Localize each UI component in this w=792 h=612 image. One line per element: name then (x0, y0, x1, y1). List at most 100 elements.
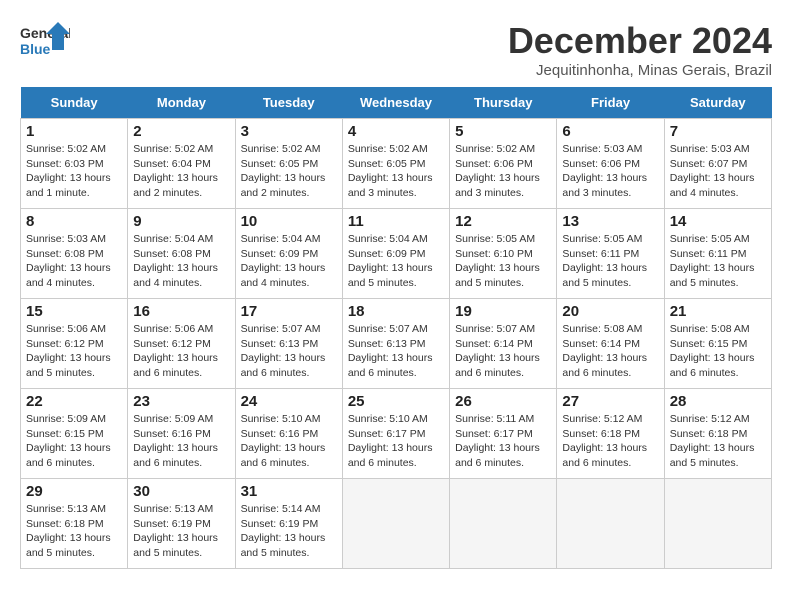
day-number: 4 (348, 123, 444, 140)
location-subtitle: Jequitinhonha, Minas Gerais, Brazil (508, 62, 772, 79)
day-cell-19: 19 Sunrise: 5:07 AMSunset: 6:14 PMDayligh… (450, 299, 557, 389)
day-number: 28 (670, 393, 766, 410)
day-cell-2: 2Sunrise: 5:02 AMSunset: 6:04 PMDaylight… (128, 119, 235, 209)
day-info: Sunrise: 5:04 AMSunset: 6:09 PMDaylight:… (241, 232, 337, 291)
day-number: 31 (241, 483, 337, 500)
week-row-4: 22 Sunrise: 5:09 AMSunset: 6:15 PMDayligh… (21, 389, 772, 479)
day-info: Sunrise: 5:09 AMSunset: 6:15 PMDaylight:… (26, 412, 122, 471)
calendar-table: SundayMondayTuesdayWednesdayThursdayFrid… (20, 87, 772, 569)
day-info: Sunrise: 5:07 AMSunset: 6:14 PMDaylight:… (455, 322, 551, 381)
day-info: Sunrise: 5:05 AMSunset: 6:10 PMDaylight:… (455, 232, 551, 291)
day-header-friday: Friday (557, 87, 664, 119)
day-info: Sunrise: 5:09 AMSunset: 6:16 PMDaylight:… (133, 412, 229, 471)
day-info: Sunrise: 5:12 AMSunset: 6:18 PMDaylight:… (670, 412, 766, 471)
day-info: Sunrise: 5:10 AMSunset: 6:17 PMDaylight:… (348, 412, 444, 471)
day-cell-3: 3 Sunrise: 5:02 AMSunset: 6:05 PMDaylight… (235, 119, 342, 209)
day-info: Sunrise: 5:03 AMSunset: 6:06 PMDaylight:… (562, 142, 658, 201)
day-cell-9: 9 Sunrise: 5:04 AMSunset: 6:08 PMDaylight… (128, 209, 235, 299)
day-info: Sunrise: 5:14 AMSunset: 6:19 PMDaylight:… (241, 502, 337, 561)
day-cell-13: 13Sunrise: 5:05 AMSunset: 6:11 PMDayligh… (557, 209, 664, 299)
day-cell-10: 10 Sunrise: 5:04 AMSunset: 6:09 PMDayligh… (235, 209, 342, 299)
day-cell-1: 1 Sunrise: 5:02 AMSunset: 6:03 PMDaylight… (21, 119, 128, 209)
day-info: Sunrise: 5:10 AMSunset: 6:16 PMDaylight:… (241, 412, 337, 471)
day-info: Sunrise: 5:03 AMSunset: 6:07 PMDaylight:… (670, 142, 766, 201)
logo: GeneralBlue (20, 20, 70, 62)
day-cell-21: 21Sunrise: 5:08 AMSunset: 6:15 PMDayligh… (664, 299, 771, 389)
day-number: 10 (241, 213, 337, 230)
day-header-sunday: Sunday (21, 87, 128, 119)
day-number: 25 (348, 393, 444, 410)
day-cell-6: 6 Sunrise: 5:03 AMSunset: 6:06 PMDaylight… (557, 119, 664, 209)
day-info: Sunrise: 5:06 AMSunset: 6:12 PMDaylight:… (133, 322, 229, 381)
day-number: 15 (26, 303, 122, 320)
week-row-5: 29Sunrise: 5:13 AMSunset: 6:18 PMDayligh… (21, 479, 772, 569)
day-header-thursday: Thursday (450, 87, 557, 119)
day-number: 12 (455, 213, 551, 230)
day-cell-30: 30Sunrise: 5:13 AMSunset: 6:19 PMDayligh… (128, 479, 235, 569)
day-cell-18: 18 Sunrise: 5:07 AMSunset: 6:13 PMDayligh… (342, 299, 449, 389)
day-cell-15: 15Sunrise: 5:06 AMSunset: 6:12 PMDayligh… (21, 299, 128, 389)
calendar-header-row: SundayMondayTuesdayWednesdayThursdayFrid… (21, 87, 772, 119)
day-number: 24 (241, 393, 337, 410)
empty-cell (450, 479, 557, 569)
day-number: 13 (562, 213, 658, 230)
day-cell-4: 4Sunrise: 5:02 AMSunset: 6:05 PMDaylight… (342, 119, 449, 209)
header: GeneralBlue December 2024 Jequitinhonha,… (20, 20, 772, 79)
day-info: Sunrise: 5:02 AMSunset: 6:05 PMDaylight:… (241, 142, 337, 201)
day-info: Sunrise: 5:02 AMSunset: 6:03 PMDaylight:… (26, 142, 122, 201)
week-row-3: 15 Sunrise: 5:06 AMSunset: 6:12 PMDayligh… (21, 299, 772, 389)
day-header-monday: Monday (128, 87, 235, 119)
day-info: Sunrise: 5:04 AMSunset: 6:09 PMDaylight:… (348, 232, 444, 291)
day-number: 20 (562, 303, 658, 320)
day-info: Sunrise: 5:02 AMSunset: 6:04 PMDaylight:… (133, 142, 229, 201)
day-info: Sunrise: 5:08 AMSunset: 6:15 PMDaylight:… (670, 322, 766, 381)
day-cell-16: 16 Sunrise: 5:06 AMSunset: 6:12 PMDayligh… (128, 299, 235, 389)
day-cell-26: 26 Sunrise: 5:11 AMSunset: 6:17 PMDayligh… (450, 389, 557, 479)
day-cell-29: 29Sunrise: 5:13 AMSunset: 6:18 PMDayligh… (21, 479, 128, 569)
day-cell-23: 23 Sunrise: 5:09 AMSunset: 6:16 PMDayligh… (128, 389, 235, 479)
day-info: Sunrise: 5:07 AMSunset: 6:13 PMDaylight:… (348, 322, 444, 381)
day-number: 19 (455, 303, 551, 320)
day-info: Sunrise: 5:05 AMSunset: 6:11 PMDaylight:… (670, 232, 766, 291)
day-cell-27: 27Sunrise: 5:12 AMSunset: 6:18 PMDayligh… (557, 389, 664, 479)
week-row-1: 1 Sunrise: 5:02 AMSunset: 6:03 PMDaylight… (21, 119, 772, 209)
day-info: Sunrise: 5:04 AMSunset: 6:08 PMDaylight:… (133, 232, 229, 291)
day-info: Sunrise: 5:02 AMSunset: 6:06 PMDaylight:… (455, 142, 551, 201)
day-info: Sunrise: 5:11 AMSunset: 6:17 PMDaylight:… (455, 412, 551, 471)
day-cell-20: 20 Sunrise: 5:08 AMSunset: 6:14 PMDayligh… (557, 299, 664, 389)
day-cell-11: 11Sunrise: 5:04 AMSunset: 6:09 PMDayligh… (342, 209, 449, 299)
day-number: 16 (133, 303, 229, 320)
day-number: 7 (670, 123, 766, 140)
page-container: GeneralBlue December 2024 Jequitinhonha,… (20, 20, 772, 569)
day-cell-14: 14Sunrise: 5:05 AMSunset: 6:11 PMDayligh… (664, 209, 771, 299)
day-number: 18 (348, 303, 444, 320)
day-cell-17: 17Sunrise: 5:07 AMSunset: 6:13 PMDayligh… (235, 299, 342, 389)
day-info: Sunrise: 5:08 AMSunset: 6:14 PMDaylight:… (562, 322, 658, 381)
day-number: 6 (562, 123, 658, 140)
day-cell-8: 8Sunrise: 5:03 AMSunset: 6:08 PMDaylight… (21, 209, 128, 299)
day-number: 22 (26, 393, 122, 410)
day-header-wednesday: Wednesday (342, 87, 449, 119)
day-cell-31: 31 Sunrise: 5:14 AMSunset: 6:19 PMDayligh… (235, 479, 342, 569)
week-row-2: 8Sunrise: 5:03 AMSunset: 6:08 PMDaylight… (21, 209, 772, 299)
day-cell-22: 22 Sunrise: 5:09 AMSunset: 6:15 PMDayligh… (21, 389, 128, 479)
day-number: 9 (133, 213, 229, 230)
day-number: 1 (26, 123, 122, 140)
empty-cell (342, 479, 449, 569)
day-number: 5 (455, 123, 551, 140)
day-number: 26 (455, 393, 551, 410)
day-info: Sunrise: 5:03 AMSunset: 6:08 PMDaylight:… (26, 232, 122, 291)
day-cell-24: 24 Sunrise: 5:10 AMSunset: 6:16 PMDayligh… (235, 389, 342, 479)
day-number: 27 (562, 393, 658, 410)
day-cell-12: 12 Sunrise: 5:05 AMSunset: 6:10 PMDayligh… (450, 209, 557, 299)
day-number: 23 (133, 393, 229, 410)
day-cell-28: 28 Sunrise: 5:12 AMSunset: 6:18 PMDayligh… (664, 389, 771, 479)
month-title: December 2024 (508, 20, 772, 62)
day-info: Sunrise: 5:07 AMSunset: 6:13 PMDaylight:… (241, 322, 337, 381)
day-number: 3 (241, 123, 337, 140)
day-header-saturday: Saturday (664, 87, 771, 119)
title-section: December 2024 Jequitinhonha, Minas Gerai… (508, 20, 772, 79)
day-number: 30 (133, 483, 229, 500)
day-header-tuesday: Tuesday (235, 87, 342, 119)
logo-svg: GeneralBlue (20, 20, 70, 62)
